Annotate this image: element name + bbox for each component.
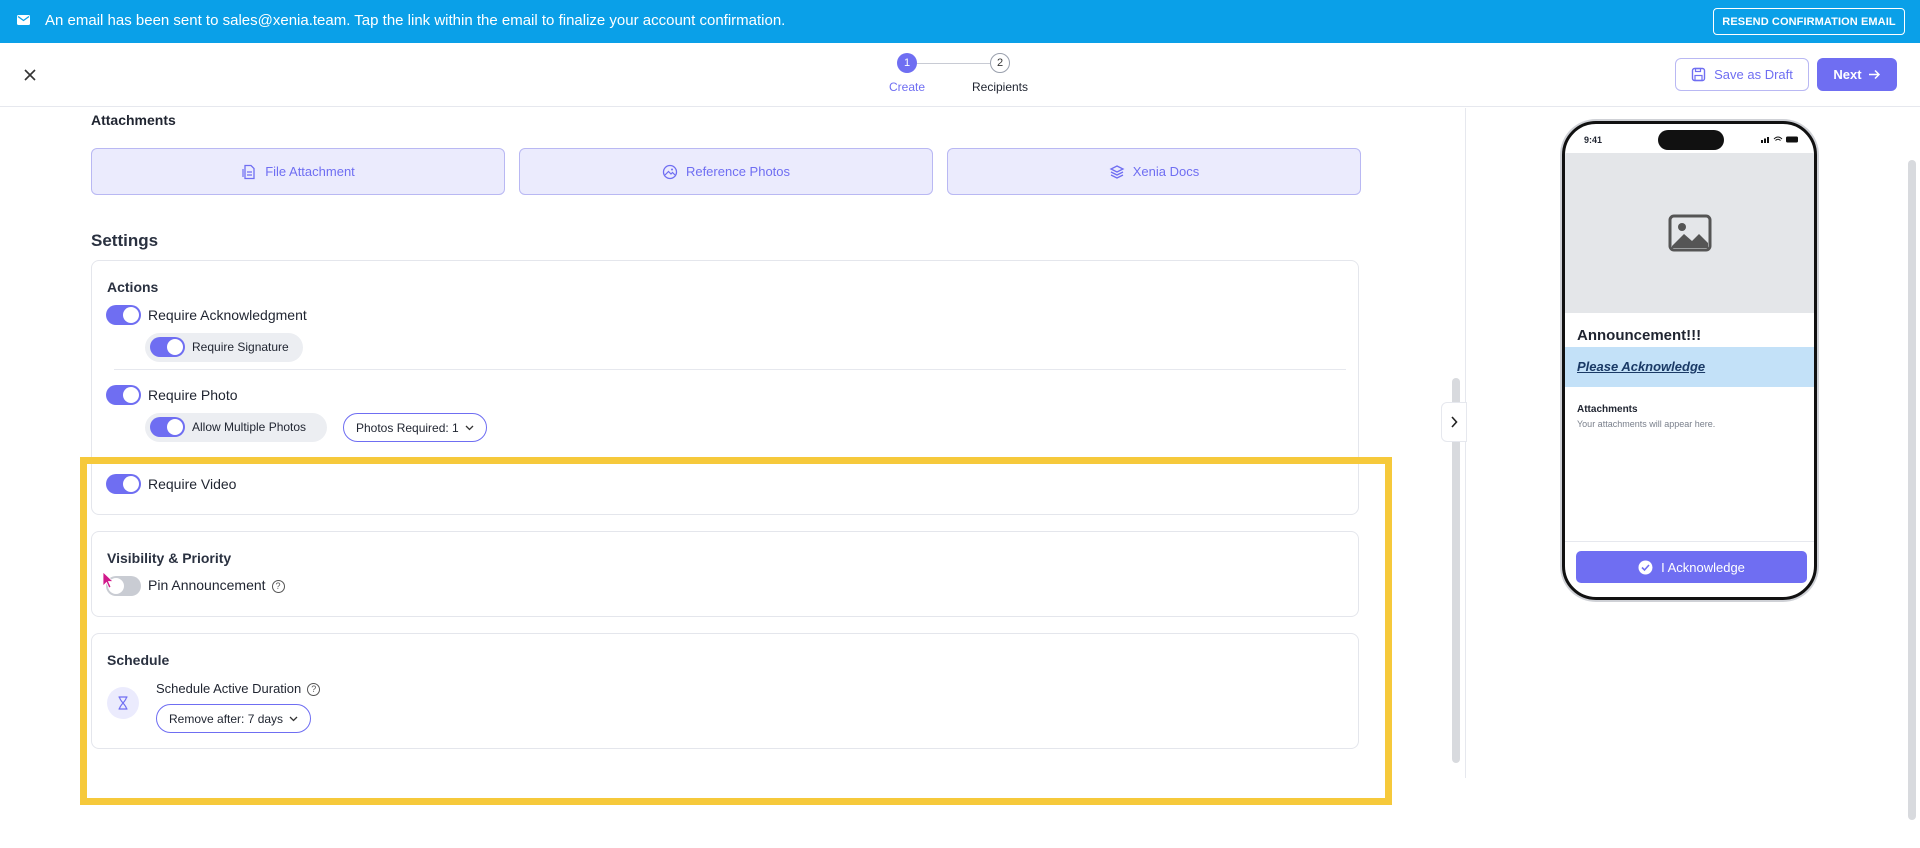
pin-announcement-row: Pin Announcement? (148, 577, 285, 593)
allow-multiple-photos-pill: Allow Multiple Photos (145, 413, 327, 442)
arrow-right-icon (1868, 69, 1880, 80)
step-label: Recipients (971, 80, 1029, 94)
image-placeholder (1565, 153, 1814, 313)
docs-stack-icon (1109, 164, 1125, 179)
next-label: Next (1833, 67, 1862, 82)
step-create[interactable]: 1 Create (867, 53, 947, 94)
attachments-heading: Attachments (91, 112, 176, 128)
remove-after-value: Remove after: 7 days (169, 711, 284, 726)
allow-multiple-photos-toggle[interactable] (150, 417, 185, 437)
reference-photos-label: Reference Photos (685, 164, 791, 179)
phone-footer-divider (1565, 541, 1814, 542)
schedule-duration-row: Schedule Active Duration? (156, 681, 321, 697)
mail-icon (17, 15, 30, 25)
collapse-preview-button[interactable] (1441, 402, 1467, 442)
xenia-docs-label: Xenia Docs (1132, 164, 1200, 179)
dynamic-island (1658, 130, 1724, 150)
require-signature-toggle[interactable] (150, 337, 185, 357)
mouse-cursor-icon (102, 571, 114, 589)
visibility-priority-heading: Visibility & Priority (107, 550, 232, 566)
schedule-heading: Schedule (107, 652, 170, 668)
file-attachment-button[interactable]: File Attachment (91, 148, 505, 195)
reference-photos-button[interactable]: Reference Photos (519, 148, 933, 195)
step-recipients[interactable]: 2 Recipients (960, 53, 1040, 94)
email-confirmation-banner: An email has been sent to sales@xenia.te… (0, 0, 1920, 43)
allow-multiple-photos-label: Allow Multiple Photos (192, 420, 307, 434)
phone-status-icons (1761, 136, 1798, 143)
phone-time: 9:41 (1584, 135, 1603, 145)
pin-announcement-label: Pin Announcement (148, 577, 266, 593)
save-icon (1691, 67, 1706, 82)
image-icon (1668, 214, 1711, 252)
step-number: 2 (990, 53, 1010, 73)
require-photo-label: Require Photo (148, 387, 238, 403)
remove-after-dropdown[interactable]: Remove after: 7 days (156, 704, 312, 733)
banner-message: An email has been sent to sales@xenia.te… (45, 12, 786, 29)
chevron-down-icon (289, 716, 298, 721)
require-photo-toggle[interactable] (106, 385, 141, 405)
i-acknowledge-label: I Acknowledge (1661, 559, 1745, 575)
require-acknowledgment-toggle[interactable] (106, 305, 141, 325)
photo-icon (662, 164, 678, 179)
visibility-priority-card: Visibility & Priority Pin Announcement? (91, 531, 1359, 617)
preview-attachments-hint: Your attachments will appear here. (1577, 419, 1716, 429)
close-icon[interactable] (20, 65, 40, 85)
schedule-card: Schedule Schedule Active Duration? Remov… (91, 633, 1359, 749)
step-number: 1 (897, 53, 917, 73)
check-circle-icon (1638, 560, 1653, 574)
require-signature-pill: Require Signature (145, 333, 303, 362)
step-label: Create (888, 80, 926, 94)
file-attachment-icon (242, 164, 255, 179)
i-acknowledge-button[interactable]: I Acknowledge (1576, 551, 1807, 583)
actions-heading: Actions (107, 279, 159, 295)
require-signature-label: Require Signature (192, 340, 289, 354)
xenia-docs-button[interactable]: Xenia Docs (947, 148, 1361, 195)
schedule-duration-label: Schedule Active Duration (156, 681, 302, 696)
photos-required-dropdown[interactable]: Photos Required: 1 (343, 413, 487, 442)
preview-attachments-heading: Attachments (1577, 404, 1638, 415)
help-icon[interactable]: ? (271, 579, 285, 593)
page-scrollbar[interactable] (1908, 160, 1916, 820)
save-as-draft-button[interactable]: Save as Draft (1675, 58, 1809, 91)
resend-confirmation-button[interactable]: RESEND CONFIRMATION EMAIL (1713, 8, 1905, 35)
chevron-right-icon (1451, 416, 1458, 428)
section-divider (114, 369, 1346, 370)
next-button[interactable]: Next (1817, 58, 1897, 91)
hourglass-icon (107, 687, 139, 719)
editor-topbar: 1 Create 2 Recipients Save as Draft Next (0, 43, 1920, 107)
require-acknowledgment-label: Require Acknowledgment (148, 307, 307, 323)
require-video-label: Require Video (148, 476, 237, 492)
require-video-toggle[interactable] (106, 474, 141, 494)
file-attachment-label: File Attachment (265, 164, 355, 179)
settings-heading: Settings (91, 231, 159, 250)
mobile-preview: 9:41 Announcement!!! Please Acknowledge … (1562, 121, 1817, 600)
panel-divider (1465, 108, 1466, 778)
save-as-draft-label: Save as Draft (1714, 67, 1793, 82)
please-acknowledge-link[interactable]: Please Acknowledge (1577, 359, 1705, 374)
help-icon[interactable]: ? (307, 683, 321, 697)
chevron-down-icon (465, 425, 474, 430)
photos-required-value: Photos Required: 1 (356, 420, 459, 435)
announcement-title: Announcement!!! (1577, 327, 1702, 344)
actions-card: Actions Require Acknowledgment Require S… (91, 260, 1359, 515)
